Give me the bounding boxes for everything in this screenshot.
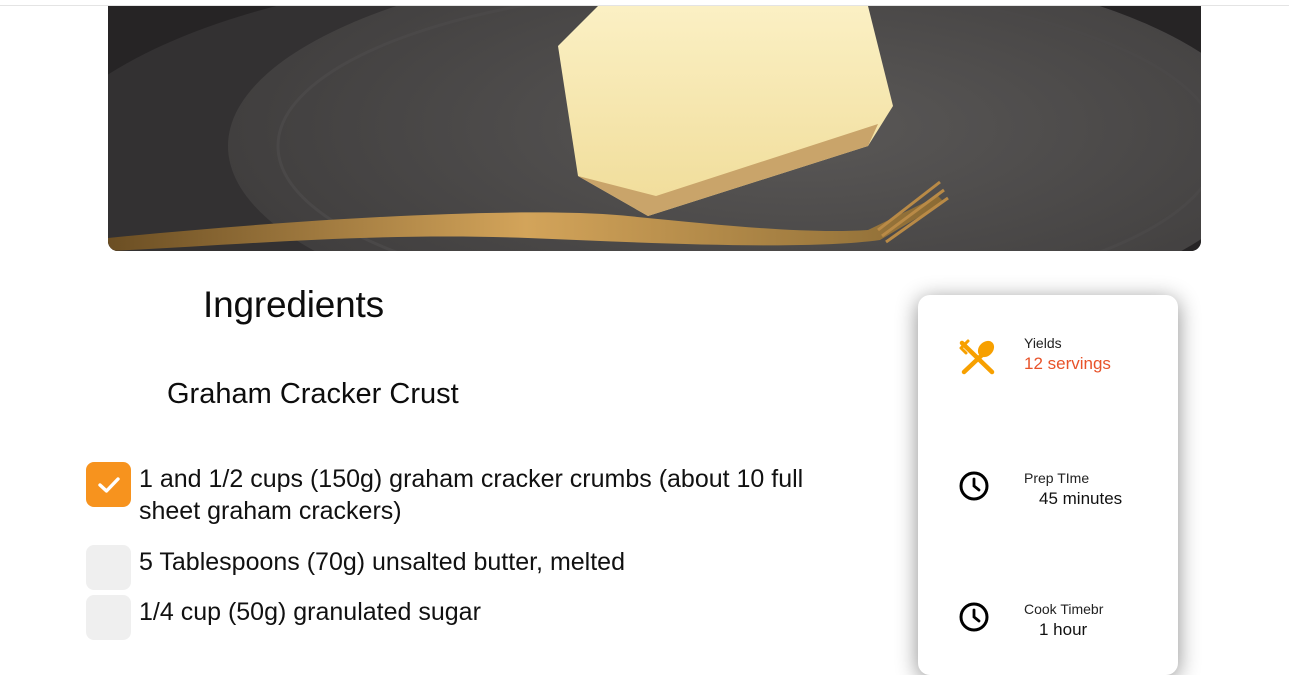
ingredient-checkbox[interactable] [86,545,131,590]
ingredients-heading: Ingredients [203,284,384,325]
clock-icon [958,470,990,507]
checkmark-icon [97,476,120,493]
prep-time-value: 45 minutes [1039,489,1123,508]
yields-label: Yields [1024,335,1062,351]
ingredient-checkbox-checked[interactable] [86,462,131,507]
ingredient-text: 1/4 cup (50g) granulated sugar [139,598,481,626]
ingredient-text: 1 and 1/2 cups (150g) graham cracker cru… [139,465,804,525]
utensils-icon [958,338,996,381]
ingredient-checkbox[interactable] [86,595,131,640]
ingredient-text: 5 Tablespoons (70g) unsalted butter, mel… [139,548,625,576]
clock-icon [958,601,990,638]
recipe-info-card: Yields 12 servings Prep TIme 45 minutes … [918,295,1178,675]
cheesecake-photo [108,6,1201,251]
prep-time-label: Prep TIme [1024,470,1090,486]
recipe-hero-image [108,6,1201,251]
cook-time-label: Cook Timebr [1024,601,1104,617]
cook-time-value: 1 hour [1039,620,1088,639]
yields-value: 12 servings [1024,354,1111,373]
section-heading-crust: Graham Cracker Crust [167,378,459,410]
